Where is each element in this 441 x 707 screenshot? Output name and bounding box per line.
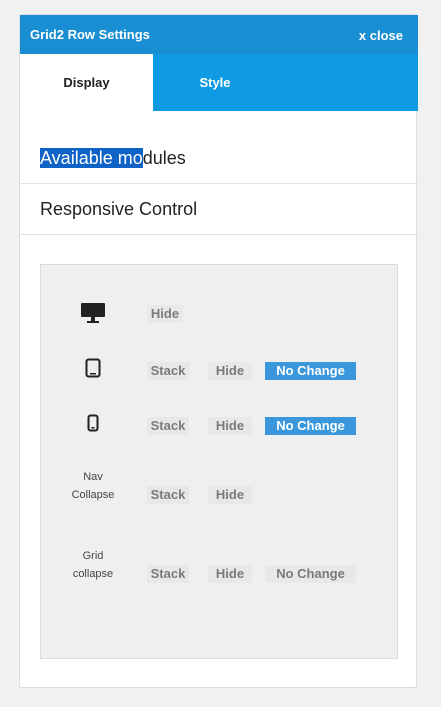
grid-collapse-label: Grid collapse — [66, 547, 120, 583]
unselected-text: dules — [142, 148, 186, 168]
phone-hide-button[interactable]: Hide — [208, 417, 252, 435]
tablet-hide-button[interactable]: Hide — [208, 362, 252, 380]
tablet-nochange-button[interactable]: No Change — [265, 362, 356, 380]
phone-stack-button[interactable]: Stack — [147, 417, 189, 435]
phone-icon — [66, 414, 120, 437]
responsive-control-section[interactable]: Responsive Control — [20, 185, 418, 235]
tablet-stack-button[interactable]: Stack — [147, 362, 189, 380]
desktop-icon — [66, 302, 120, 329]
grid-collapse-nochange-button[interactable]: No Change — [265, 565, 356, 583]
grid-collapse-label-line1: Grid — [82, 550, 104, 562]
nav-collapse-stack-button[interactable]: Stack — [147, 486, 189, 504]
responsive-row-grid-collapse: Grid collapse Stack Hide No Change — [41, 547, 397, 587]
nav-collapse-label-line2: Collapse — [71, 489, 115, 501]
responsive-options-box: Hide Stack Hide No Change Stack Hide No … — [40, 264, 398, 659]
panel-header: Grid2 Row Settings x close — [20, 15, 418, 54]
close-button[interactable]: x close — [359, 28, 403, 43]
responsive-row-desktop: Hide — [41, 302, 397, 324]
tab-style[interactable]: Style — [153, 54, 277, 111]
phone-nochange-button[interactable]: No Change — [265, 417, 356, 435]
nav-collapse-label: Nav Collapse — [66, 468, 120, 504]
selected-text: Available mo — [40, 148, 143, 168]
tab-display[interactable]: Display — [20, 54, 153, 111]
responsive-row-nav-collapse: Nav Collapse Stack Hide — [41, 468, 397, 508]
nav-collapse-hide-button[interactable]: Hide — [208, 486, 252, 504]
panel-title: Grid2 Row Settings — [30, 27, 150, 42]
row-settings-panel: Grid2 Row Settings x close Display Style… — [19, 14, 418, 688]
tablet-icon — [66, 358, 120, 383]
responsive-control-label: Responsive Control — [40, 199, 198, 219]
responsive-row-tablet: Stack Hide No Change — [41, 358, 397, 380]
available-modules-section[interactable]: Available modules — [20, 134, 418, 184]
grid-collapse-hide-button[interactable]: Hide — [208, 565, 252, 583]
grid-collapse-stack-button[interactable]: Stack — [147, 565, 189, 583]
responsive-row-phone: Stack Hide No Change — [41, 414, 397, 436]
grid-collapse-label-line2: collapse — [72, 568, 114, 580]
nav-collapse-label-line1: Nav — [83, 471, 103, 483]
available-modules-label: Available modules — [40, 148, 186, 169]
tab-bar: Display Style — [20, 54, 418, 111]
desktop-hide-button[interactable]: Hide — [147, 305, 183, 323]
